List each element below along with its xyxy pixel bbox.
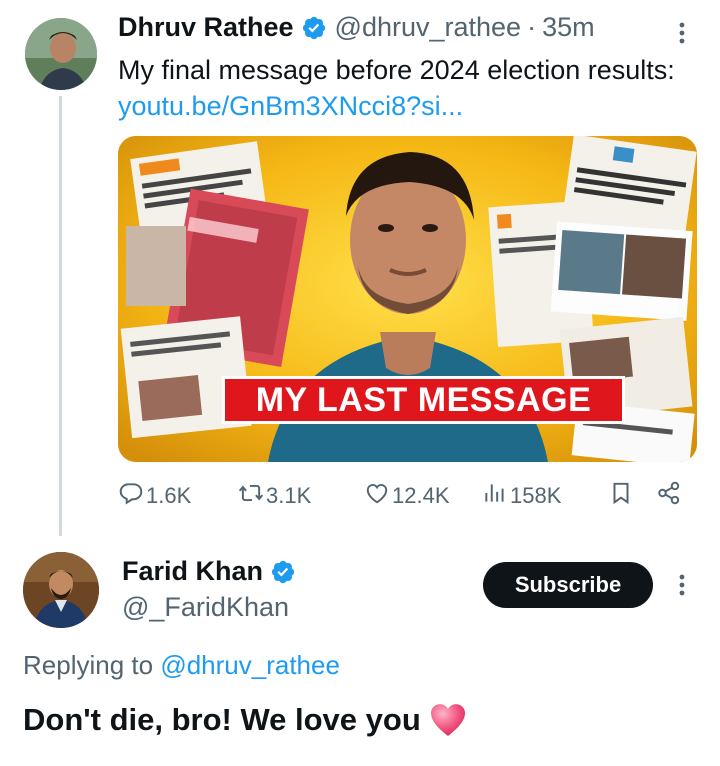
share-button[interactable]	[656, 478, 684, 514]
reply-author-name[interactable]: Farid Khan	[122, 556, 263, 587]
replying-to-line: Replying to @dhruv_rathee	[23, 650, 340, 681]
share-icon	[656, 480, 684, 512]
tweet-link[interactable]: youtu.be/GnBm3XNcci8?si...	[118, 91, 463, 121]
reply-body-text: Don't die, bro! We love you	[23, 702, 421, 737]
like-button[interactable]: 12.4K	[364, 478, 450, 514]
more-options-icon[interactable]	[672, 18, 692, 48]
reply-author-header: Farid Khan	[122, 556, 304, 587]
verified-badge-icon	[270, 559, 296, 585]
parent-author-name[interactable]: Dhruv Rathee	[118, 12, 294, 43]
views-count: 158K	[510, 483, 562, 508]
thread-connector-line	[59, 96, 62, 536]
parent-author-handle[interactable]: @dhruv_rathee	[335, 12, 522, 43]
reply-author-avatar[interactable]	[23, 552, 99, 628]
heart-emoji-icon	[429, 702, 467, 738]
reply-author-handle[interactable]: @_FaridKhan	[122, 592, 289, 623]
views-button[interactable]: 158K	[482, 478, 561, 514]
repost-icon	[238, 480, 266, 512]
tweet-action-bar: 1.6K 3.1K 12.4K 158K	[118, 478, 694, 514]
bookmark-button[interactable]	[608, 478, 636, 514]
replying-to-label: Replying to	[23, 650, 161, 680]
tweet-timestamp[interactable]: 35m	[542, 12, 595, 43]
reply-icon	[118, 480, 146, 512]
parent-author-avatar[interactable]	[25, 18, 97, 90]
more-options-icon[interactable]	[672, 570, 692, 600]
subscribe-button[interactable]: Subscribe	[483, 562, 653, 608]
replying-to-mention[interactable]: @dhruv_rathee	[160, 650, 340, 680]
separator-dot: ·	[527, 12, 537, 42]
views-icon	[482, 480, 510, 512]
like-count: 12.4K	[392, 483, 450, 508]
like-icon	[364, 480, 392, 512]
repost-count: 3.1K	[266, 483, 312, 508]
tweet-body-text: My final message before 2024 election re…	[118, 55, 675, 85]
bookmark-icon	[608, 480, 636, 512]
reply-button[interactable]: 1.6K	[118, 478, 191, 514]
parent-tweet-header: Dhruv Rathee @dhruv_rathee · 35m	[118, 12, 595, 43]
repost-button[interactable]: 3.1K	[238, 478, 311, 514]
thumbnail-caption: MY LAST MESSAGE	[222, 376, 625, 424]
reply-count: 1.6K	[146, 483, 192, 508]
video-thumbnail[interactable]: MY LAST MESSAGE	[118, 136, 697, 462]
parent-tweet-text: My final message before 2024 election re…	[118, 52, 678, 124]
verified-badge-icon	[301, 15, 327, 41]
reply-tweet-text: Don't die, bro! We love you	[23, 702, 467, 738]
